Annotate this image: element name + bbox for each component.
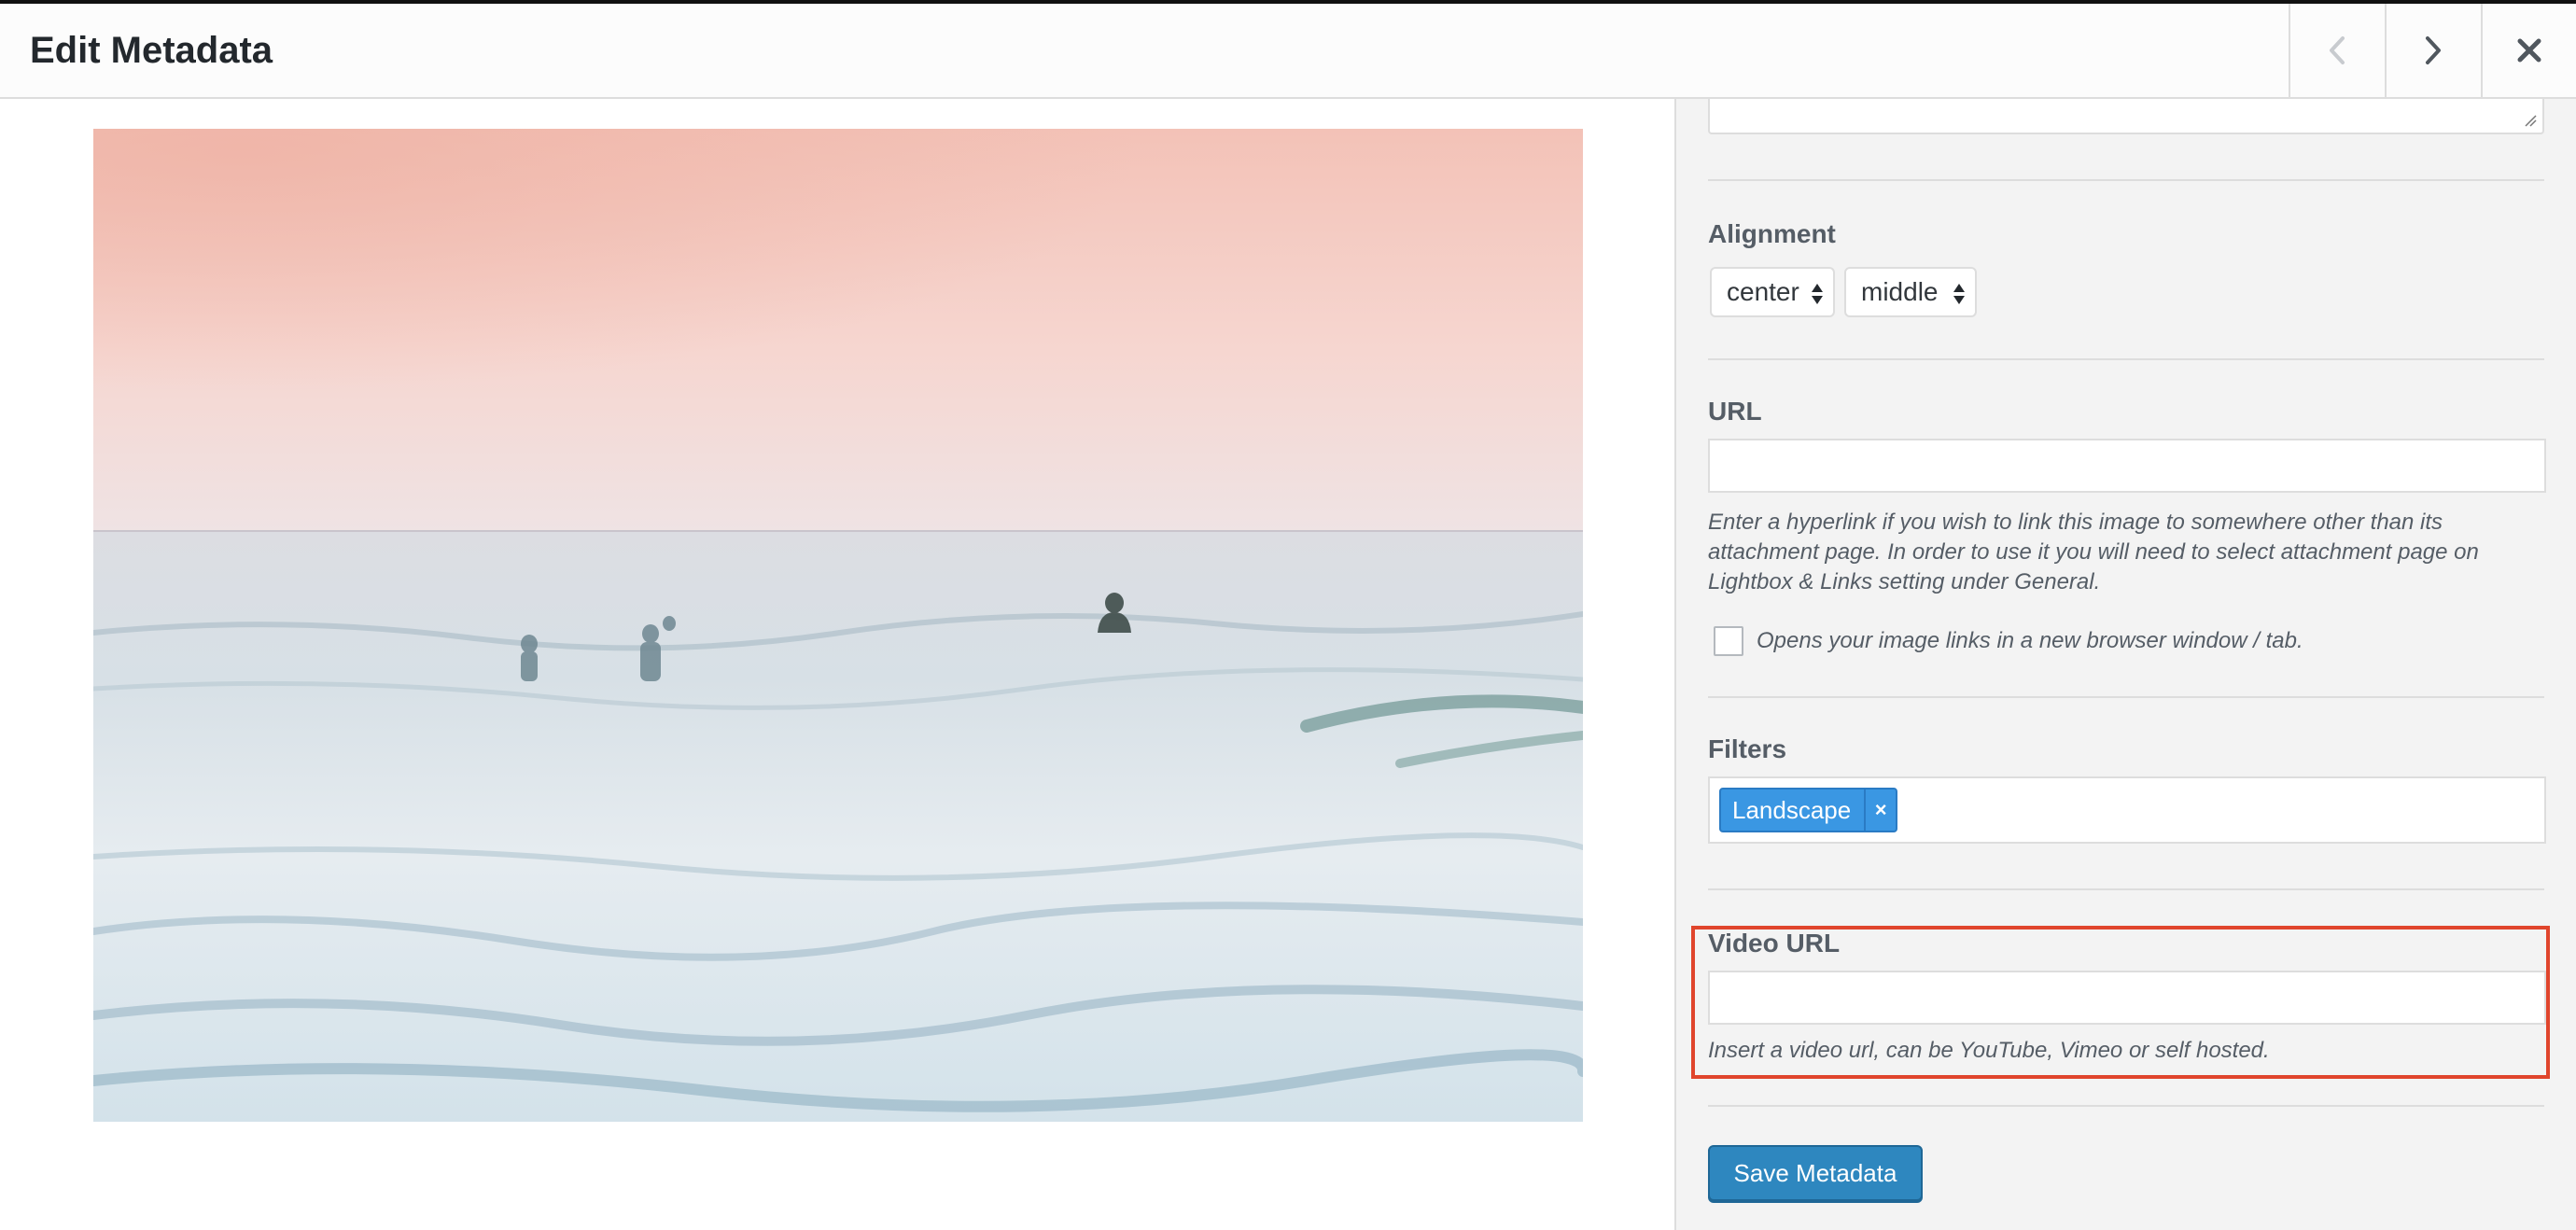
close-icon	[2517, 38, 2541, 63]
alignment-label: Alignment	[1708, 219, 1836, 248]
new-window-checkbox[interactable]	[1714, 626, 1743, 656]
horizontal-alignment-value: center	[1727, 277, 1799, 306]
section-divider	[1708, 179, 2544, 181]
section-divider	[1708, 888, 2544, 890]
save-metadata-button[interactable]: Save Metadata	[1708, 1145, 1923, 1201]
ocean-surfers-photo	[93, 129, 1583, 1122]
filters-label: Filters	[1708, 734, 1787, 763]
new-window-label: Opens your image links in a new browser …	[1757, 628, 2303, 653]
modal-title: Edit Metadata	[30, 30, 273, 71]
remove-tag-button[interactable]: ×	[1864, 790, 1896, 831]
vertical-alignment-value: middle	[1861, 277, 1939, 306]
close-button[interactable]	[2481, 4, 2576, 97]
resize-grip-icon[interactable]	[2524, 114, 2537, 127]
modal-header: Edit Metadata	[0, 4, 2576, 99]
section-divider	[1708, 358, 2544, 360]
filter-tag: Landscape ×	[1719, 788, 1898, 832]
url-label: URL	[1708, 397, 1762, 426]
chevron-left-icon	[2330, 36, 2345, 64]
image-preview-area	[0, 99, 1674, 1230]
image-preview	[93, 129, 1583, 1122]
url-input[interactable]	[1708, 439, 2546, 493]
caption-textarea[interactable]	[1708, 99, 2544, 134]
filter-tag-label: Landscape	[1732, 796, 1852, 824]
section-divider	[1708, 696, 2544, 698]
url-help-text: Enter a hyperlink if you wish to link th…	[1708, 510, 2479, 594]
video-url-highlight-box	[1691, 926, 2550, 1079]
vertical-alignment-select[interactable]: middle	[1844, 267, 1977, 317]
select-arrows-icon	[1953, 284, 1965, 304]
metadata-sidebar: Alignment center middle URL Enter a hype…	[1674, 99, 2576, 1230]
select-arrows-icon	[1812, 284, 1823, 304]
chevron-right-icon	[2426, 36, 2441, 64]
next-button[interactable]	[2385, 4, 2480, 97]
filters-tag-input[interactable]: Landscape ×	[1708, 776, 2546, 844]
horizontal-alignment-select[interactable]: center	[1710, 267, 1835, 317]
previous-button[interactable]	[2289, 4, 2384, 97]
section-divider	[1708, 1105, 2544, 1107]
